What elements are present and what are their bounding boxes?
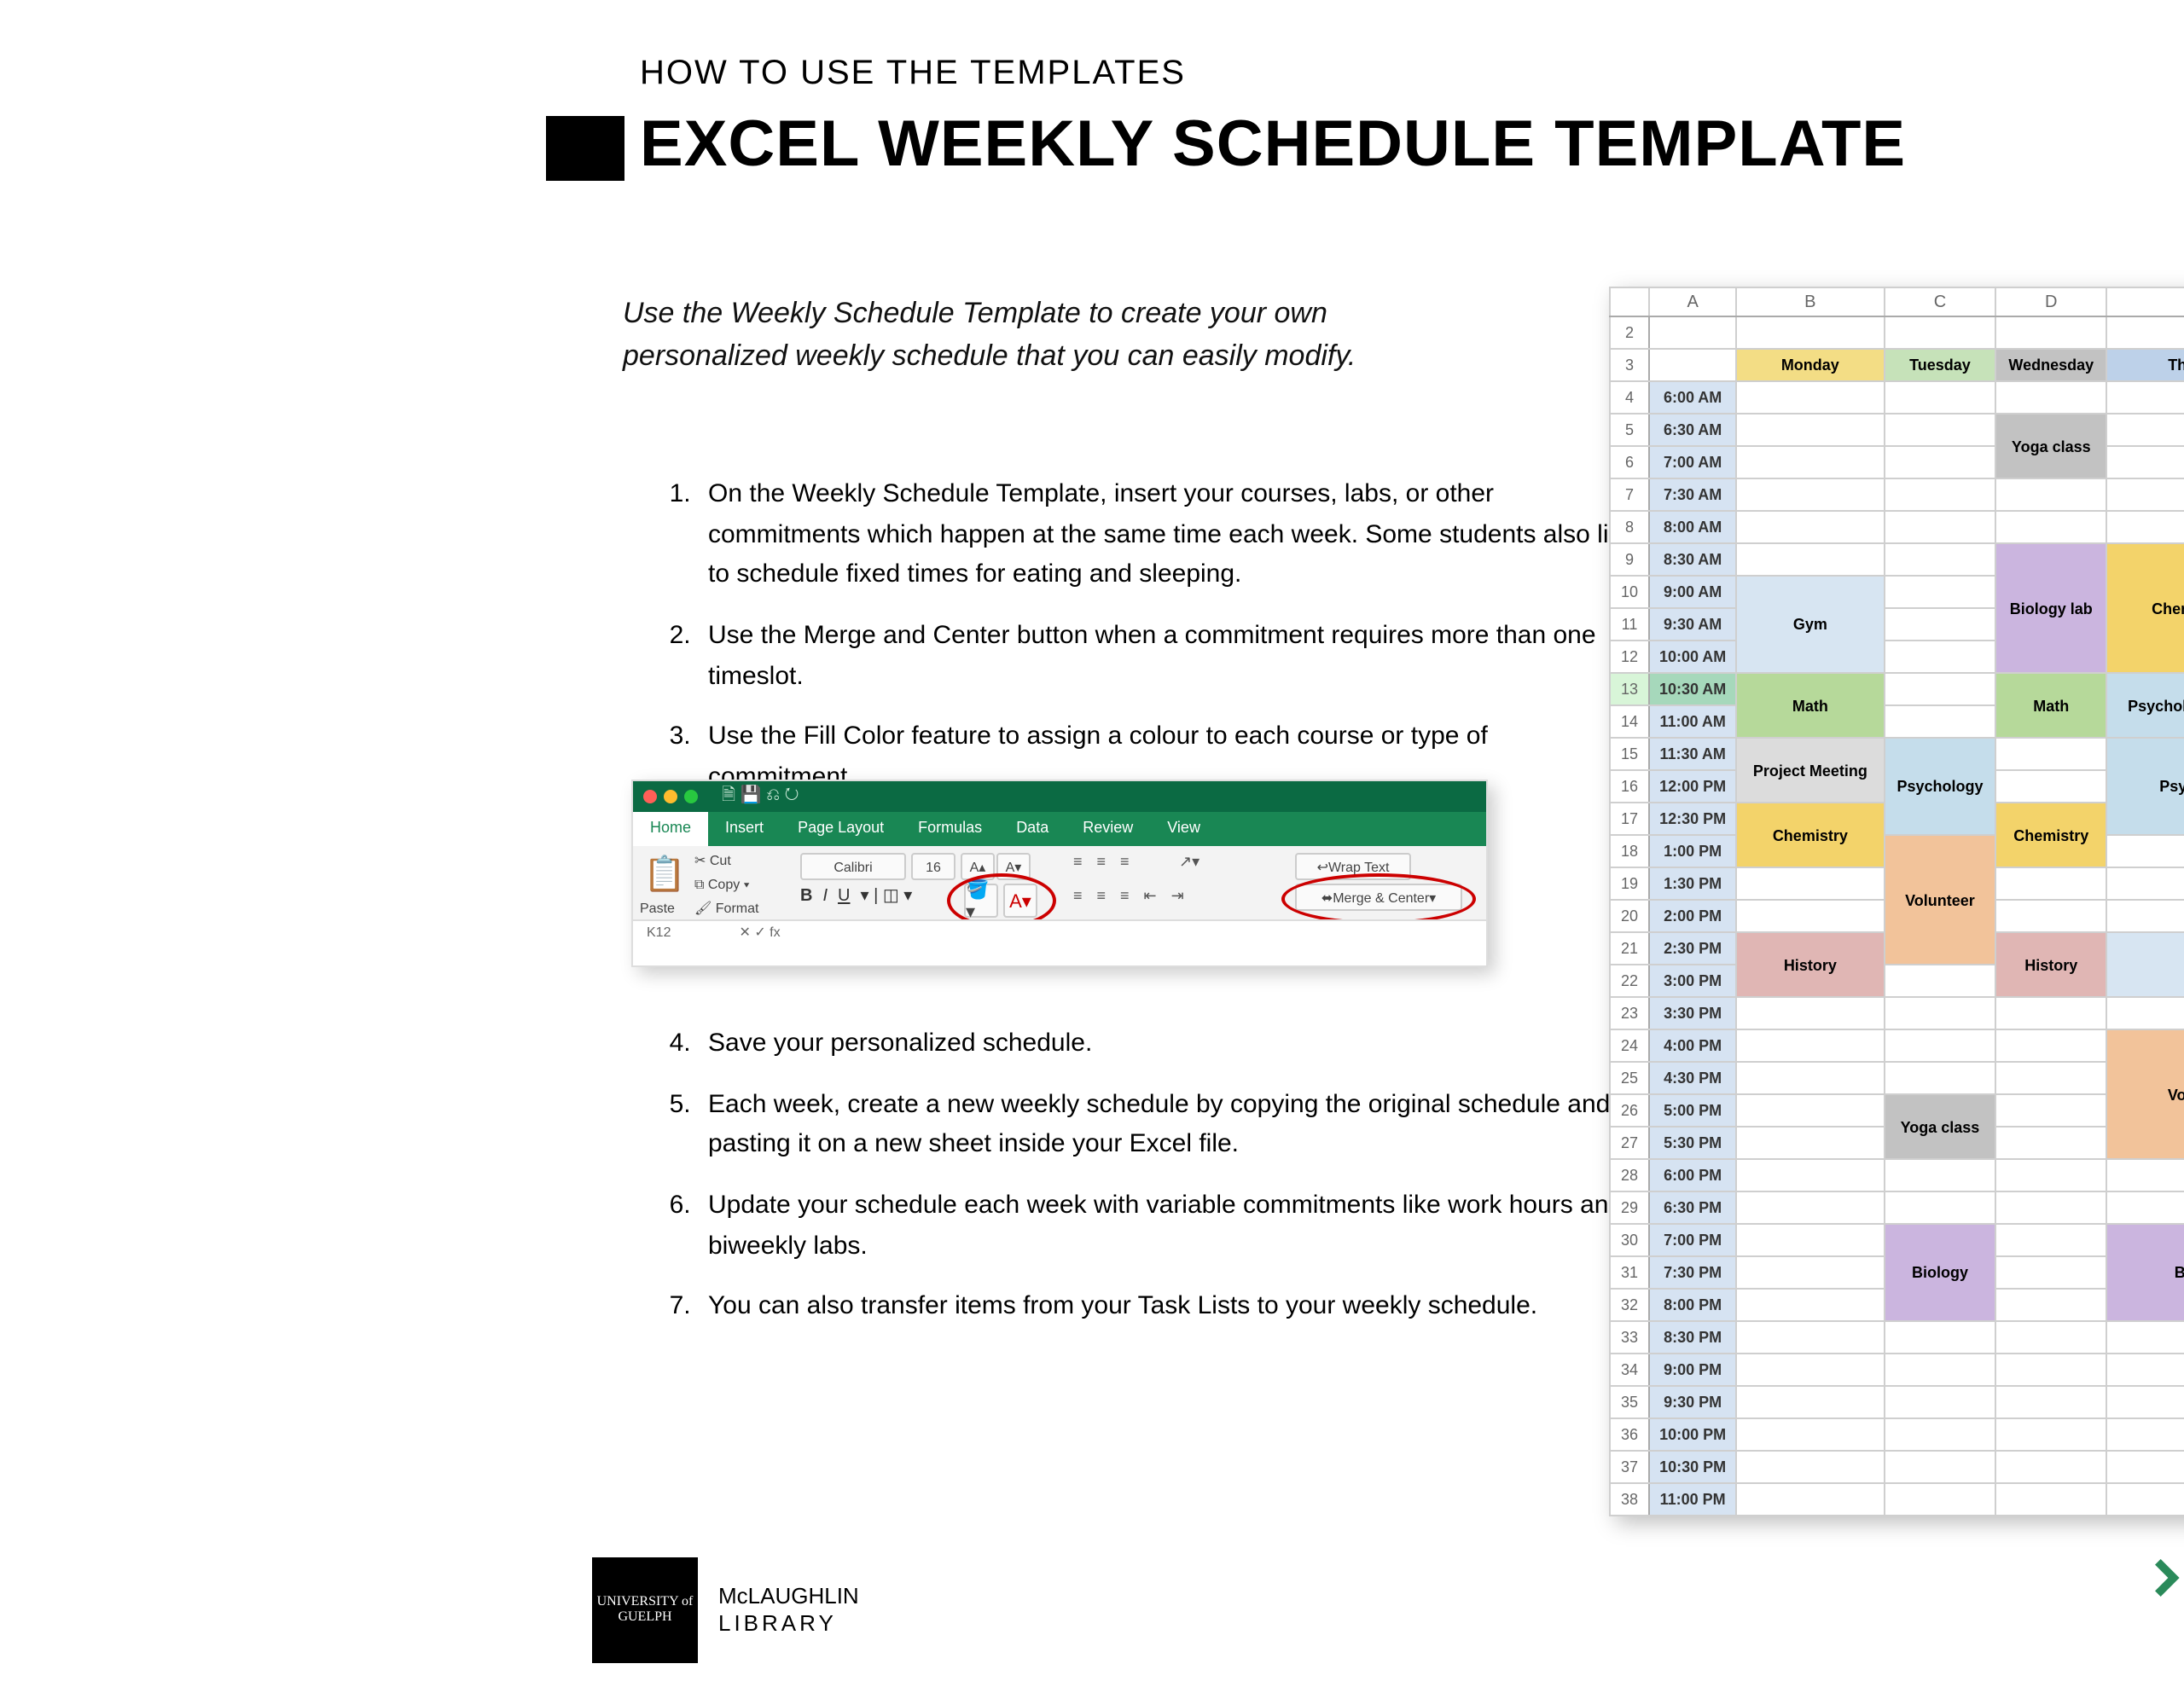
- merge-center-callout: [1281, 873, 1476, 925]
- step-item: You can also transfer items from your Ta…: [698, 1287, 1636, 1327]
- tab-data[interactable]: Data: [999, 812, 1066, 846]
- tab-insert[interactable]: Insert: [708, 812, 781, 846]
- ribbon-screenshot: 🗎 💾 ⎌ ↻ Home Insert Page Layout Formulas…: [631, 780, 1488, 967]
- university-logo: UNIVERSITY of GUELPH: [592, 1557, 698, 1663]
- intro-text: Use the Weekly Schedule Template to crea…: [623, 293, 1476, 378]
- title-bar: EXCEL WEEKLY SCHEDULE TEMPLATE: [546, 109, 2184, 188]
- horizontal-align-group[interactable]: ≡ ≡ ≡ ⇤ ⇥: [1073, 887, 1189, 906]
- schedule-table: ABCDEFGH23MondayTuesdayWednesdayThursday…: [1609, 287, 2184, 1516]
- save-icon: 🗎 💾 ⎌ ↻: [722, 782, 799, 811]
- zoom-icon: [684, 790, 698, 803]
- font-style-group[interactable]: B I U ▾ | ◫ ▾: [800, 887, 912, 906]
- footer-left: UNIVERSITY of GUELPH MᴄLAUGHLIN LIBRARY: [592, 1557, 859, 1663]
- font-size-select[interactable]: 16: [911, 853, 956, 880]
- chevron-decoration: [2150, 1554, 2184, 1602]
- tab-formulas[interactable]: Formulas: [901, 812, 999, 846]
- orientation-button[interactable]: ↗▾: [1179, 853, 1199, 872]
- page: HOW TO USE THE TEMPLATES EXCEL WEEKLY SC…: [546, 0, 2184, 1687]
- minimize-icon: [664, 790, 677, 803]
- tab-home[interactable]: Home: [633, 812, 708, 846]
- copy-button[interactable]: ⧉ Copy ▾: [694, 877, 749, 894]
- cut-button[interactable]: ✂ Cut: [694, 853, 731, 868]
- steps-list-part2: Save your personalized schedule. Each we…: [630, 1023, 1636, 1348]
- ribbon-tabs: Home Insert Page Layout Formulas Data Re…: [633, 812, 1486, 846]
- font-name-select[interactable]: Calibri: [800, 853, 906, 880]
- paste-label: Paste: [640, 901, 675, 916]
- step-item: On the Weekly Schedule Template, insert …: [698, 474, 1636, 595]
- tab-page-layout[interactable]: Page Layout: [781, 812, 901, 846]
- steps-list-part1: On the Weekly Schedule Template, insert …: [630, 474, 1636, 819]
- step-item: Use the Merge and Center button when a c…: [698, 616, 1636, 697]
- page-title: EXCEL WEEKLY SCHEDULE TEMPLATE: [640, 109, 1906, 183]
- supertitle: HOW TO USE THE TEMPLATES: [640, 55, 1186, 94]
- chevron-icon: [2150, 1554, 2184, 1602]
- schedule-screenshot: ABCDEFGH23MondayTuesdayWednesdayThursday…: [1609, 287, 2184, 1516]
- window-titlebar: 🗎 💾 ⎌ ↻: [633, 781, 1486, 812]
- library-name: MᴄLAUGHLIN LIBRARY: [718, 1584, 859, 1637]
- step-item: Update your schedule each week with vari…: [698, 1186, 1636, 1267]
- vertical-align-group[interactable]: ≡ ≡ ≡: [1073, 853, 1135, 870]
- paste-icon[interactable]: 📋: [643, 853, 686, 896]
- step-item: Each week, create a new weekly schedule …: [698, 1084, 1636, 1165]
- ribbon-body: 📋 Paste ✂ Cut ⧉ Copy ▾ 🖌 Format Calibri …: [633, 846, 1486, 942]
- bar-left-decoration: [546, 116, 624, 181]
- step-item: Save your personalized schedule.: [698, 1023, 1636, 1064]
- tab-review[interactable]: Review: [1066, 812, 1150, 846]
- tab-view[interactable]: View: [1150, 812, 1217, 846]
- formula-bar-strip: K12✕ ✓ fx: [633, 919, 1486, 942]
- close-icon: [643, 790, 657, 803]
- format-painter-button[interactable]: 🖌 Format: [694, 901, 758, 916]
